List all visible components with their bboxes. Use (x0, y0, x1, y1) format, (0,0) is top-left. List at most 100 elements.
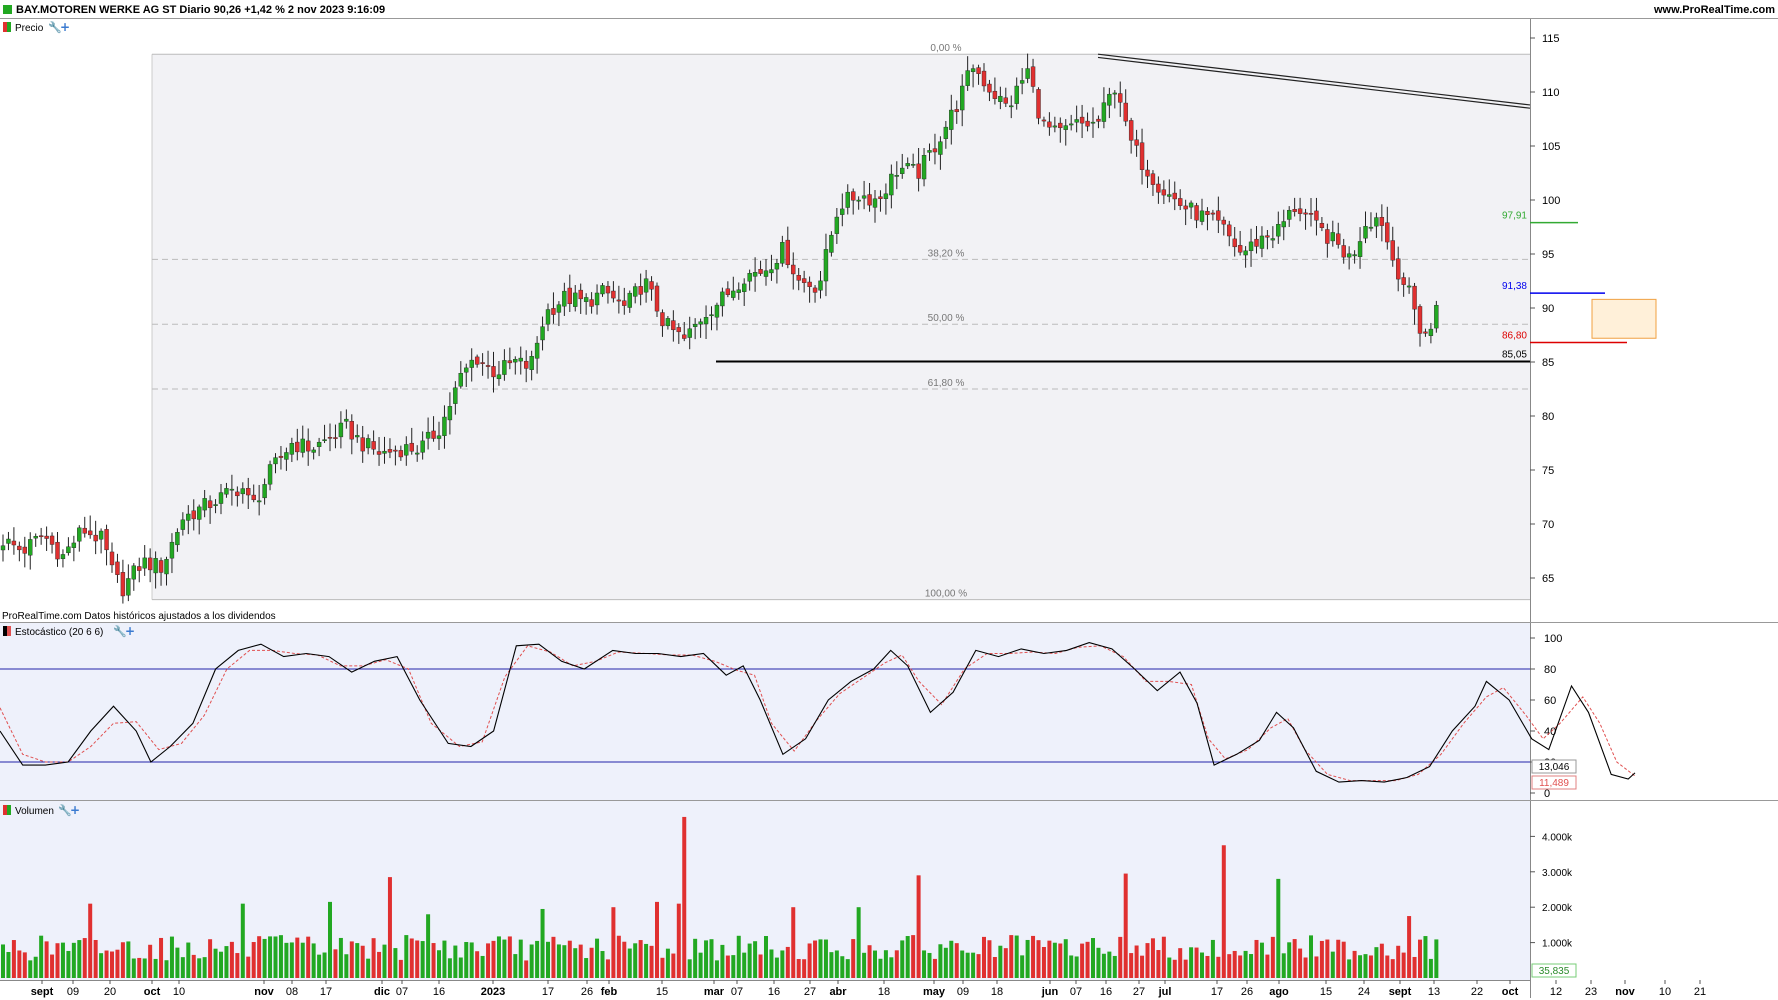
volume-bar (518, 939, 523, 978)
volume-bar (50, 954, 55, 978)
volume-bar (322, 952, 327, 978)
stoch-tick-label: 100 (1544, 633, 1562, 645)
time-tick-label: abr (829, 986, 847, 998)
time-tick-label: may (923, 986, 946, 998)
candle-body (763, 270, 769, 277)
candle-body (98, 530, 104, 540)
volume-bar (873, 950, 877, 978)
candle-body (1265, 235, 1270, 238)
fib-label: 38,20 % (928, 248, 965, 259)
time-tick-label: 16 (768, 986, 780, 998)
candle-body (77, 527, 82, 542)
volume-bar (1418, 939, 1422, 978)
volume-bar (1363, 954, 1368, 978)
site-link[interactable]: www.ProRealTime.com (1653, 4, 1775, 16)
candle-body (529, 356, 534, 370)
candle-body (1319, 223, 1325, 228)
volume-bar (202, 957, 207, 978)
add-icon[interactable]: + (125, 624, 135, 638)
volume-bar (1396, 945, 1401, 978)
volume-bar (1058, 943, 1063, 978)
candle-body (562, 290, 567, 307)
candle-body (780, 242, 785, 264)
volume-bar (1287, 942, 1292, 978)
candle-body (436, 435, 442, 439)
volume-bar (731, 955, 736, 978)
candle-body (1134, 139, 1139, 146)
candle-body (540, 326, 545, 341)
candle-body (752, 272, 758, 277)
volume-bar (213, 948, 218, 978)
candle-body (692, 323, 698, 327)
volume-legend-swatch-up (7, 805, 11, 815)
add-icon[interactable]: + (70, 803, 80, 817)
candle-body (791, 264, 796, 275)
volume-bar (774, 957, 779, 978)
candle-body (1041, 119, 1047, 122)
volume-bar (562, 945, 567, 978)
candle-body (1014, 85, 1019, 104)
volume-bar (1020, 955, 1025, 978)
price-panel-label: Precio (15, 23, 44, 34)
volume-bar (780, 950, 785, 978)
volume-bar (807, 943, 812, 978)
level-label: 86,80 (1502, 331, 1527, 342)
volume-bar (753, 941, 758, 978)
volume-bar (1107, 951, 1112, 978)
volume-bar (1412, 956, 1417, 978)
volume-bar (785, 946, 790, 978)
volume-bar (93, 939, 98, 978)
candle-body (398, 450, 404, 458)
highlight-zone[interactable] (1591, 298, 1657, 339)
candle-body (137, 566, 142, 571)
candle-body (616, 299, 622, 302)
time-tick-label: ago (1269, 986, 1289, 998)
candle-body (660, 312, 665, 327)
time-tick-label: 26 (581, 986, 593, 998)
candle-body (1019, 80, 1025, 84)
candle-body (0, 545, 6, 551)
volume-bar (1112, 955, 1117, 978)
volume-bar (883, 950, 888, 978)
volume-bar (998, 945, 1003, 978)
volume-bar (1341, 941, 1346, 978)
volume-bar (1167, 957, 1172, 978)
volume-bar (1434, 939, 1439, 978)
volume-bar (88, 903, 93, 978)
candle-body (1221, 219, 1227, 225)
candle-body (1314, 210, 1319, 221)
volume-bar (491, 940, 496, 978)
volume-bar (1052, 942, 1057, 978)
candle-body (273, 457, 278, 465)
volume-bar (676, 903, 681, 978)
candle-body (474, 356, 480, 365)
volume-bar (453, 945, 458, 978)
candle-body (910, 164, 916, 166)
volume-bar (1063, 939, 1068, 978)
candle-body (643, 278, 649, 293)
candle-body (856, 199, 861, 202)
volume-bar (1374, 947, 1379, 978)
volume-bar (665, 948, 670, 978)
time-tick-label: 18 (991, 986, 1003, 998)
volume-bar (818, 939, 823, 978)
volume-bar (333, 949, 338, 978)
candle-body (169, 541, 175, 559)
volume-bar (442, 940, 447, 978)
volume-bar (938, 944, 943, 978)
candle-body (104, 529, 109, 551)
candle-body (55, 541, 60, 560)
volume-bar (268, 936, 273, 978)
candle-body (736, 289, 741, 293)
volume-bar (589, 947, 594, 978)
volume-bar (889, 957, 894, 978)
candle-body (889, 173, 894, 196)
candle-body (1047, 121, 1052, 128)
add-icon[interactable]: + (60, 20, 70, 34)
candle-body (1194, 205, 1199, 221)
price-tick-label: 105 (1542, 141, 1560, 153)
volume-bar (1249, 954, 1254, 978)
volume-bar (1221, 845, 1226, 978)
volume-bar (409, 938, 414, 978)
candle-body (295, 441, 300, 453)
